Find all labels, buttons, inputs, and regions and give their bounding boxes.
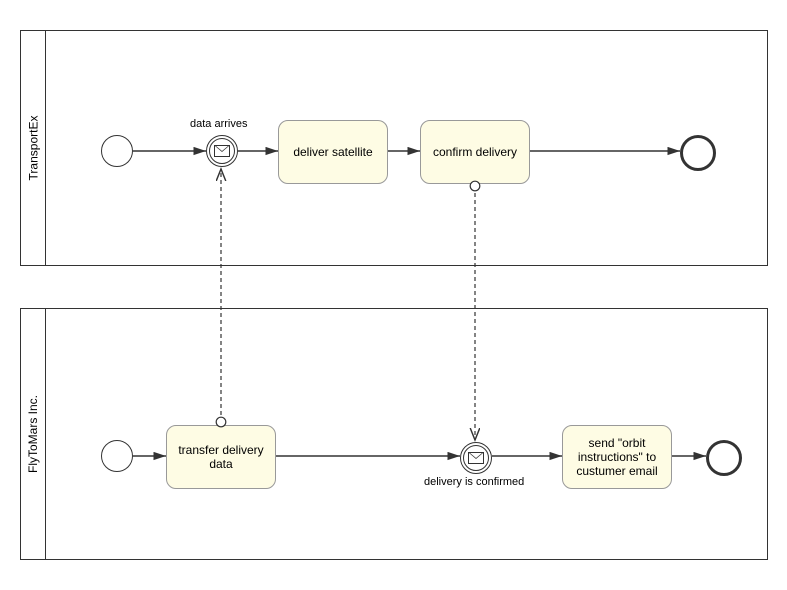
start-event-bottom[interactable] [101,440,133,472]
task-label: confirm delivery [433,145,517,159]
bpmn-canvas: TransportEx FlyToMars Inc. data arrives … [0,0,787,590]
task-confirm-delivery[interactable]: confirm delivery [420,120,530,184]
start-event-top[interactable] [101,135,133,167]
task-label: send "orbit instructions" to custumer em… [567,436,667,478]
task-label: deliver satellite [293,145,372,159]
task-deliver-satellite[interactable]: deliver satellite [278,120,388,184]
intermediate-msg-event-delivery-confirmed[interactable] [460,442,492,474]
pool-label-transportex: TransportEx [21,31,46,265]
pool-label-flytomars: FlyToMars Inc. [21,309,46,559]
envelope-icon [214,145,230,157]
task-label: transfer delivery data [171,443,271,471]
intermediate-msg-event-data-arrives[interactable] [206,135,238,167]
task-send-orbit-instructions[interactable]: send "orbit instructions" to custumer em… [562,425,672,489]
event-label: data arrives [190,118,247,130]
end-event-bottom[interactable] [706,440,742,476]
task-transfer-delivery-data[interactable]: transfer delivery data [166,425,276,489]
envelope-icon [468,452,484,464]
pool-title: TransportEx [26,116,40,181]
event-label: delivery is confirmed [424,476,524,488]
end-event-top[interactable] [680,135,716,171]
pool-title: FlyToMars Inc. [26,395,40,473]
